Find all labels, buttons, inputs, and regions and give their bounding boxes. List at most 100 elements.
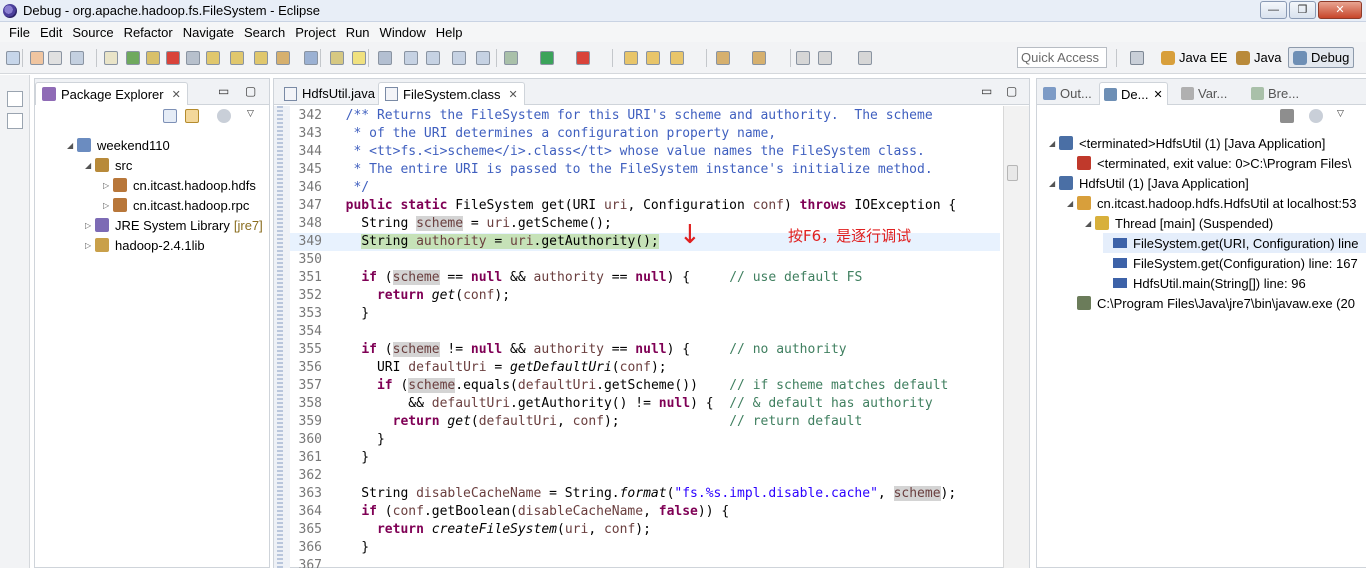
- debug-tree-item[interactable]: C:\Program Files\Java\jre7\bin\javaw.exe…: [1067, 293, 1355, 313]
- editor-vertical-scrollbar[interactable]: [1003, 106, 1029, 568]
- new-package-icon[interactable]: [624, 51, 638, 65]
- code-line[interactable]: 364 if (conf.getBoolean(disableCacheName…: [290, 503, 1000, 521]
- debug-tree-item[interactable]: ◢ HdfsUtil (1) [Java Application]: [1049, 173, 1249, 193]
- new-class-icon[interactable]: [646, 51, 660, 65]
- tree-item-cn-itcast-hadoop-rpc[interactable]: ▷ cn.itcast.hadoop.rpc: [103, 195, 249, 215]
- view-menu-gear-icon[interactable]: [1309, 109, 1323, 123]
- menu-help[interactable]: Help: [431, 25, 468, 40]
- open-task-icon[interactable]: [670, 51, 684, 65]
- expand-chevron-icon[interactable]: ▷: [103, 201, 113, 210]
- expand-chevron-icon[interactable]: ◢: [1085, 219, 1095, 228]
- resume-icon[interactable]: [126, 51, 140, 65]
- prev-annotation-icon[interactable]: [752, 51, 766, 65]
- code-line[interactable]: 366 }: [290, 539, 1000, 557]
- menu-source[interactable]: Source: [67, 25, 118, 40]
- tree-item-hadoop-2-4-1lib[interactable]: ▷ hadoop-2.4.1lib: [85, 235, 205, 255]
- debug-tree-item[interactable]: HdfsUtil.main(String[]) line: 96: [1103, 273, 1306, 293]
- menu-refactor[interactable]: Refactor: [119, 25, 178, 40]
- tree-item-src[interactable]: ◢ src: [85, 155, 132, 175]
- code-line[interactable]: 361 }: [290, 449, 1000, 467]
- selected-stack-frame[interactable]: FileSystem.get(URI, Configuration) line: [1103, 233, 1366, 253]
- back-icon[interactable]: [818, 51, 832, 65]
- perspective-java[interactable]: Java: [1232, 47, 1285, 68]
- drop-to-frame-icon[interactable]: [276, 51, 290, 65]
- minimize-editor-icon[interactable]: ▭: [981, 84, 992, 98]
- code-line[interactable]: 344 * <tt>fs.<i>scheme</i>.class</tt> wh…: [290, 143, 1000, 161]
- debug-tree-item[interactable]: ◢ cn.itcast.hadoop.hdfs.HdfsUtil at local…: [1067, 193, 1356, 213]
- code-line[interactable]: 359 return get(defaultUri, conf); // ret…: [290, 413, 1000, 431]
- menu-run[interactable]: Run: [341, 25, 375, 40]
- tab-bre[interactable]: Bre...: [1247, 82, 1303, 105]
- debug-config-icon[interactable]: [504, 51, 518, 65]
- maximize-editor-icon[interactable]: ▢: [1006, 84, 1017, 98]
- close-window-button[interactable]: ✕: [1318, 1, 1362, 19]
- block-selection-icon[interactable]: [452, 51, 466, 65]
- tab-package-explorer[interactable]: Package Explorer ✕: [35, 82, 188, 105]
- debug-tree-item[interactable]: ◢ Thread [main] (Suspended): [1085, 213, 1273, 233]
- skip-breakpoints-icon[interactable]: [104, 51, 118, 65]
- tree-item-cn-itcast-hadoop-hdfs[interactable]: ▷ cn.itcast.hadoop.hdfs: [103, 175, 256, 195]
- disconnect-icon[interactable]: [186, 51, 200, 65]
- highlight-icon[interactable]: [352, 51, 366, 65]
- step-return-icon[interactable]: [254, 51, 268, 65]
- code-line[interactable]: 354: [290, 323, 1000, 341]
- open-perspective-icon[interactable]: [1130, 51, 1144, 65]
- menu-file[interactable]: File: [4, 25, 35, 40]
- quick-access-input[interactable]: Quick Access: [1017, 47, 1107, 68]
- menu-navigate[interactable]: Navigate: [178, 25, 239, 40]
- code-line[interactable]: 365 return createFileSystem(uri, conf);: [290, 521, 1000, 539]
- show-whitespace-icon[interactable]: [426, 51, 440, 65]
- debug-tree-item[interactable]: ◢ <terminated>HdfsUtil (1) [Java Applicat…: [1049, 133, 1325, 153]
- forward-icon[interactable]: [858, 51, 872, 65]
- code-line[interactable]: 353 }: [290, 305, 1000, 323]
- close-tab-icon[interactable]: ✕: [509, 88, 518, 101]
- code-line[interactable]: 342 /** Returns the FileSystem for this …: [290, 107, 1000, 125]
- code-line[interactable]: 351 if (scheme == null && authority == n…: [290, 269, 1000, 287]
- word-wrap-icon[interactable]: [476, 51, 490, 65]
- code-line[interactable]: 345 * The entire URI is passed to the Fi…: [290, 161, 1000, 179]
- close-tab-icon[interactable]: ✕: [172, 88, 181, 101]
- view-menu-chevron-icon[interactable]: ▽: [1337, 108, 1344, 119]
- code-line[interactable]: 357 if (scheme.equals(defaultUri.getSche…: [290, 377, 1000, 395]
- menu-search[interactable]: Search: [239, 25, 290, 40]
- expand-chevron-icon[interactable]: ◢: [1067, 199, 1077, 208]
- restore-view-icon[interactable]: [7, 91, 23, 107]
- minimize-view-icon[interactable]: ▭: [218, 84, 229, 98]
- remove-terminated-icon[interactable]: [1280, 109, 1294, 123]
- use-step-filters-icon[interactable]: [304, 51, 318, 65]
- maximize-view-icon[interactable]: ▢: [245, 84, 256, 98]
- scrollbar-thumb[interactable]: [1007, 165, 1018, 181]
- code-line[interactable]: 343 * of the URI determines a configurat…: [290, 125, 1000, 143]
- code-line[interactable]: 358 && defaultUri.getAuthority() != null…: [290, 395, 1000, 413]
- close-tab-icon[interactable]: ✕: [1153, 88, 1162, 101]
- open-type-icon[interactable]: [378, 51, 392, 65]
- code-line[interactable]: 367: [290, 557, 1000, 568]
- save-all-icon[interactable]: [48, 51, 62, 65]
- link-with-editor-icon[interactable]: [185, 109, 199, 123]
- last-edit-icon[interactable]: [796, 51, 810, 65]
- menu-edit[interactable]: Edit: [35, 25, 67, 40]
- perspective-java-ee[interactable]: Java EE: [1157, 47, 1231, 68]
- view-menu-gear-icon[interactable]: [217, 109, 231, 123]
- code-line[interactable]: 355 if (scheme != null && authority == n…: [290, 341, 1000, 359]
- step-into-icon[interactable]: [206, 51, 220, 65]
- perspective-debug[interactable]: Debug: [1288, 47, 1355, 68]
- step-over-icon[interactable]: [230, 51, 244, 65]
- code-area[interactable]: 342 /** Returns the FileSystem for this …: [290, 106, 1000, 568]
- expand-chevron-icon[interactable]: ◢: [1049, 139, 1059, 148]
- code-line[interactable]: 363 String disableCacheName = String.for…: [290, 485, 1000, 503]
- next-annotation-icon[interactable]: [716, 51, 730, 65]
- code-line[interactable]: 346 */: [290, 179, 1000, 197]
- collapse-all-icon[interactable]: [163, 109, 177, 123]
- debug-tree-item[interactable]: FileSystem.get(Configuration) line: 167: [1103, 253, 1358, 273]
- terminate-icon[interactable]: [166, 51, 180, 65]
- run-icon[interactable]: [540, 51, 554, 65]
- code-line[interactable]: 352 return get(conf);: [290, 287, 1000, 305]
- code-line[interactable]: 362: [290, 467, 1000, 485]
- new-icon[interactable]: [6, 51, 20, 65]
- save-icon[interactable]: [30, 51, 44, 65]
- expand-chevron-icon[interactable]: ◢: [67, 141, 77, 150]
- view-menu-chevron-icon[interactable]: ▽: [247, 108, 254, 119]
- code-line[interactable]: 360 }: [290, 431, 1000, 449]
- debug-icon[interactable]: [404, 51, 418, 65]
